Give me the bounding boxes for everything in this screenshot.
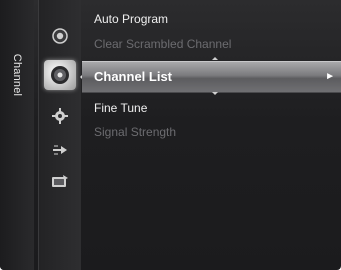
scroll-up-indicator xyxy=(212,57,218,60)
menu-item-label: Fine Tune xyxy=(94,101,148,115)
menu-item-label: Auto Program xyxy=(94,12,169,26)
scroll-down-indicator xyxy=(212,92,218,95)
menu-item-signal-strength: Signal Strength xyxy=(82,121,341,143)
menu-item-clear-scrambled-channel: Clear Scrambled Channel xyxy=(82,33,341,55)
tv-menu-screen: Channel Auto Program Clear Scrambled Cha… xyxy=(0,0,341,270)
input-plug-icon[interactable] xyxy=(50,140,70,160)
application-icon[interactable] xyxy=(50,172,70,192)
menu-icon-column xyxy=(38,0,81,270)
menu-item-fine-tune[interactable]: Fine Tune xyxy=(82,97,341,119)
chevron-right-icon: ► xyxy=(325,71,335,82)
channel-menu: Auto Program Clear Scrambled Channel Cha… xyxy=(82,0,341,270)
menu-item-auto-program[interactable]: Auto Program xyxy=(82,8,341,30)
channel-icon[interactable] xyxy=(44,60,76,90)
menu-item-label: Signal Strength xyxy=(94,125,177,139)
menu-item-label: Clear Scrambled Channel xyxy=(94,37,232,51)
picture-icon[interactable] xyxy=(50,26,70,46)
category-label: Channel xyxy=(11,53,23,97)
menu-item-label: Channel List xyxy=(94,69,173,84)
category-tab[interactable]: Channel xyxy=(0,0,34,270)
menu-item-channel-list[interactable]: Channel List ► xyxy=(82,61,341,93)
setup-gear-icon[interactable] xyxy=(50,106,70,126)
